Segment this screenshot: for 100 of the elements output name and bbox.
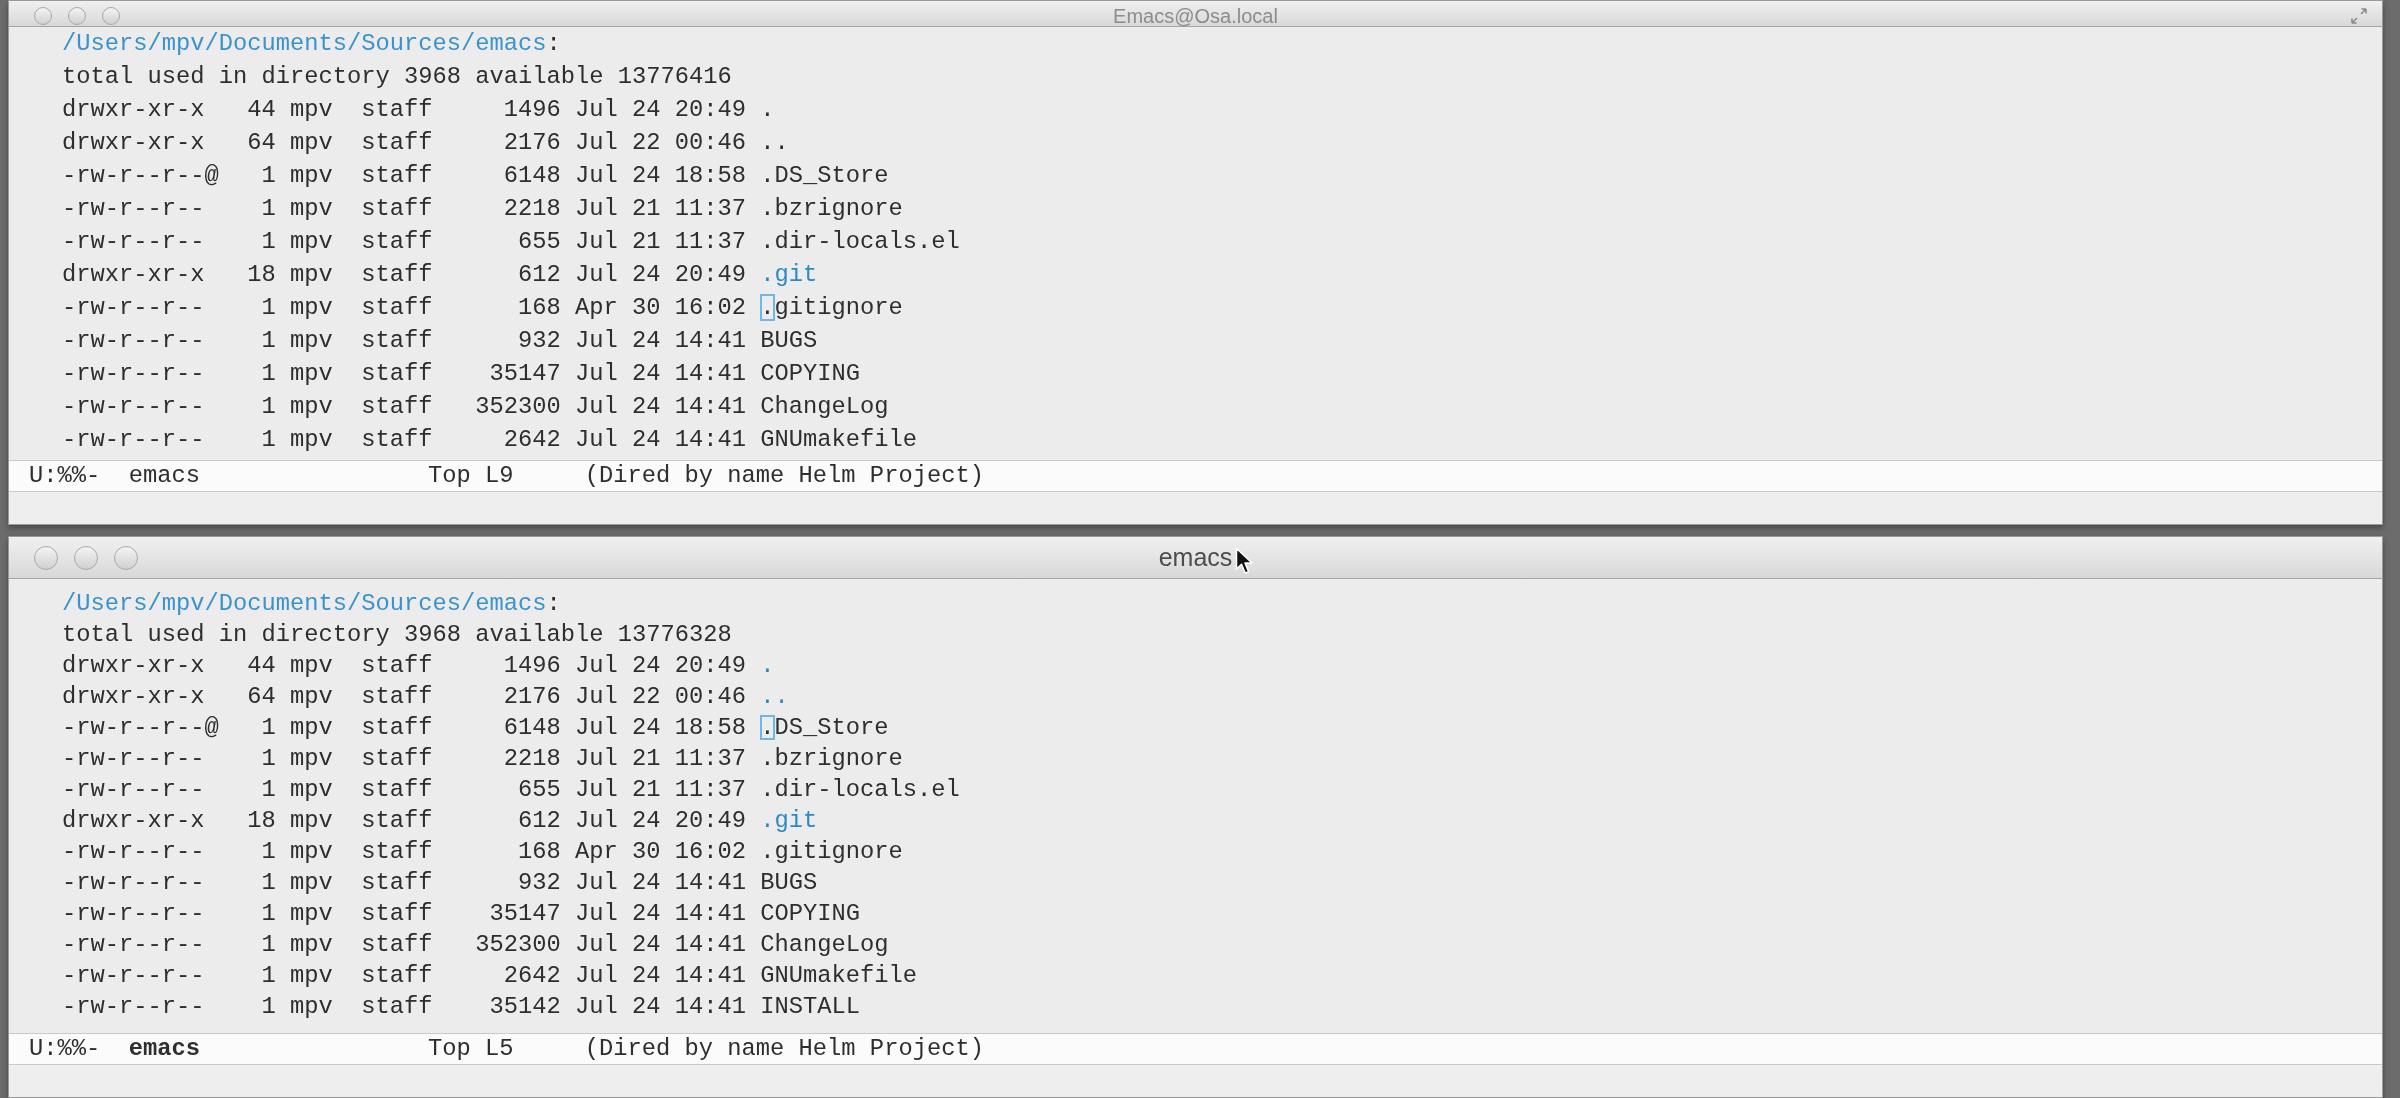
file-name: .dir-locals.el <box>760 227 960 257</box>
file-size: 352300 <box>475 392 561 422</box>
window-control-button[interactable] <box>34 7 52 25</box>
owner: mpv <box>290 95 333 125</box>
link-count: 1 <box>261 161 276 191</box>
permissions: drwxr-xr-x <box>62 651 205 681</box>
permissions: -rw-r--r-- <box>62 930 205 960</box>
group: staff <box>361 357 433 390</box>
modified-date: Jul 24 14:41 <box>575 899 747 929</box>
group: staff <box>361 324 433 357</box>
permissions: -rw-r--r-- <box>62 425 205 455</box>
buffer-position: Top L9 <box>428 461 514 492</box>
permissions: -rw-r--r-- <box>62 899 205 929</box>
owner: mpv <box>290 682 333 712</box>
window-control-button[interactable] <box>114 545 138 570</box>
buffer-status: U:%%- <box>29 461 101 492</box>
group: staff <box>361 991 433 1022</box>
file-name: .. <box>760 128 789 158</box>
permissions: -rw-r--r-- <box>62 326 205 356</box>
group: staff <box>361 126 433 159</box>
link-count: 1 <box>261 837 276 867</box>
link-count: 44 <box>247 651 276 681</box>
permissions: -rw-r--r-- <box>62 293 205 323</box>
permissions: drwxr-xr-x <box>62 682 205 712</box>
link-count: 1 <box>261 992 276 1022</box>
modified-date: Jul 24 14:41 <box>575 392 747 422</box>
directory-header: /Users/mpv/Documents/Sources/emacs: <box>62 589 561 619</box>
file-size: 612 <box>518 260 561 290</box>
window-control-button[interactable] <box>74 545 98 570</box>
group: staff <box>361 390 433 423</box>
permissions: -rw-r--r-- <box>62 194 205 224</box>
file-name: .git <box>760 806 818 836</box>
modified-date: Jul 24 14:41 <box>575 992 747 1022</box>
file-size: 932 <box>518 868 561 898</box>
diagonal-arrows-icon[interactable] <box>2350 7 2368 25</box>
window-control-button[interactable] <box>34 545 58 570</box>
group: staff <box>361 836 433 867</box>
owner: mpv <box>290 868 333 898</box>
owner: mpv <box>290 161 333 191</box>
group: staff <box>361 929 433 960</box>
link-count: 1 <box>261 227 276 257</box>
modified-date: Jul 24 20:49 <box>575 260 747 290</box>
group: staff <box>361 712 433 743</box>
permissions: -rw-r--r--@ <box>62 161 219 191</box>
major-mode: (Dired by name Helm Project) <box>584 461 984 492</box>
modified-date: Jul 24 14:41 <box>575 961 747 991</box>
link-count: 1 <box>261 713 276 743</box>
file-size: 352300 <box>475 930 561 960</box>
window-control-button[interactable] <box>68 7 86 25</box>
file-name: .gitignore <box>760 837 903 867</box>
group: staff <box>361 159 433 192</box>
file-name: BUGS <box>760 868 818 898</box>
link-count: 1 <box>261 326 276 356</box>
modified-date: Jul 24 20:49 <box>575 806 747 836</box>
modified-date: Jul 21 11:37 <box>575 227 747 257</box>
file-size: 35142 <box>489 992 561 1022</box>
group: staff <box>361 291 433 324</box>
group: staff <box>361 774 433 805</box>
directory-summary: total used in directory 3968 available 13776416 <box>62 62 732 92</box>
link-count: 1 <box>261 899 276 929</box>
group: staff <box>361 650 433 681</box>
group: staff <box>361 192 433 225</box>
file-size: 1496 <box>503 95 561 125</box>
file-size: 2176 <box>503 128 561 158</box>
owner: mpv <box>290 326 333 356</box>
directory-header: /Users/mpv/Documents/Sources/emacs: <box>62 29 561 59</box>
permissions: -rw-r--r-- <box>62 992 205 1022</box>
link-count: 1 <box>261 744 276 774</box>
owner: mpv <box>290 806 333 836</box>
link-count: 1 <box>261 930 276 960</box>
owner: mpv <box>290 651 333 681</box>
owner: mpv <box>290 359 333 389</box>
file-size: 655 <box>518 227 561 257</box>
owner: mpv <box>290 837 333 867</box>
link-count: 1 <box>261 868 276 898</box>
window-control-button[interactable] <box>102 7 120 25</box>
owner: mpv <box>290 227 333 257</box>
owner: mpv <box>290 961 333 991</box>
file-name: ChangeLog <box>760 930 889 960</box>
modified-date: Jul 21 11:37 <box>575 194 747 224</box>
permissions: drwxr-xr-x <box>62 260 205 290</box>
owner: mpv <box>290 293 333 323</box>
owner: mpv <box>290 992 333 1022</box>
permissions: drwxr-xr-x <box>62 95 205 125</box>
owner: mpv <box>290 899 333 929</box>
modified-date: Apr 30 16:02 <box>575 293 747 323</box>
file-name: COPYING <box>760 899 861 929</box>
file-size: 2642 <box>503 961 561 991</box>
permissions: drwxr-xr-x <box>62 128 205 158</box>
file-size: 35147 <box>489 359 561 389</box>
modified-date: Jul 24 14:41 <box>575 868 747 898</box>
modified-date: Jul 24 14:41 <box>575 326 747 356</box>
file-size: 6148 <box>503 161 561 191</box>
directory-summary: total used in directory 3968 available 13776328 <box>62 620 732 650</box>
buffer-status: U:%%- <box>29 1034 101 1065</box>
link-count: 1 <box>261 961 276 991</box>
modified-date: Jul 21 11:37 <box>575 775 747 805</box>
permissions: -rw-r--r-- <box>62 868 205 898</box>
permissions: -rw-r--r-- <box>62 775 205 805</box>
file-name: .. <box>760 682 789 712</box>
